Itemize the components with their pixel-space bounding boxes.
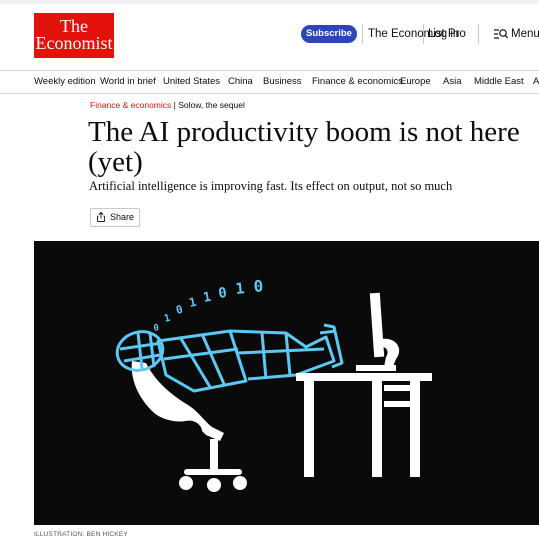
binary-digit: 1 xyxy=(188,295,198,310)
section-nav: Weekly edition World in brief United Sta… xyxy=(0,70,539,94)
binary-digit: 0 xyxy=(153,323,160,334)
header-divider xyxy=(478,24,479,44)
image-credit: ILLUSTRATION: BEN HICKEY xyxy=(34,531,128,538)
nav-item-world-in-brief[interactable]: World in brief xyxy=(100,75,156,88)
binary-digit: 0 xyxy=(175,303,185,317)
article-subheadline: Artificial intelligence is improving fas… xyxy=(89,179,453,193)
logo-line-1: The xyxy=(60,16,88,36)
nav-item-truncated[interactable]: A xyxy=(533,75,539,88)
nav-item-china[interactable]: China xyxy=(228,75,253,88)
nav-item-finance-economics[interactable]: Finance & economics xyxy=(312,75,403,88)
computer-monitor xyxy=(356,292,400,371)
header-divider xyxy=(423,24,424,44)
nav-item-europe[interactable]: Europe xyxy=(400,75,431,88)
share-button[interactable]: Share xyxy=(90,208,140,227)
nav-item-asia[interactable]: Asia xyxy=(443,75,461,88)
article-headline: The AI productivity boom is not here (ye… xyxy=(88,116,520,178)
robot-at-desk-illustration: 0 1 0 1 1 0 1 0 xyxy=(115,276,432,492)
binary-digit: 0 xyxy=(217,285,228,302)
fly-title: Solow, the sequel xyxy=(178,100,245,110)
browser-top-edge xyxy=(0,0,539,4)
header-divider xyxy=(362,24,363,44)
binary-digit: 1 xyxy=(202,290,212,306)
share-label: Share xyxy=(110,212,135,222)
subscribe-button[interactable]: Subscribe xyxy=(301,25,357,43)
article-illustration: 0 1 0 1 1 0 1 0 xyxy=(34,241,539,525)
desk xyxy=(296,373,432,477)
login-link[interactable]: Log in xyxy=(428,26,459,42)
binary-digit: 0 xyxy=(253,276,264,296)
binary-digit: 1 xyxy=(163,313,172,325)
economist-logo[interactable]: The Economist xyxy=(34,13,114,58)
office-chair xyxy=(131,361,247,492)
menu-link[interactable]: Menu xyxy=(511,26,539,42)
share-icon xyxy=(97,212,105,222)
nav-item-weekly-edition[interactable]: Weekly edition xyxy=(34,75,96,88)
nav-item-middle-east[interactable]: Middle East xyxy=(474,75,524,88)
menu-search-icon[interactable] xyxy=(494,28,508,40)
nav-item-united-states[interactable]: United States xyxy=(163,75,220,88)
article-kicker: Finance & economics | Solow, the sequel xyxy=(90,100,245,111)
nav-item-business[interactable]: Business xyxy=(263,75,302,88)
section-link[interactable]: Finance & economics xyxy=(90,100,171,110)
logo-line-2: Economist xyxy=(35,33,113,53)
binary-digit: 1 xyxy=(235,279,246,298)
